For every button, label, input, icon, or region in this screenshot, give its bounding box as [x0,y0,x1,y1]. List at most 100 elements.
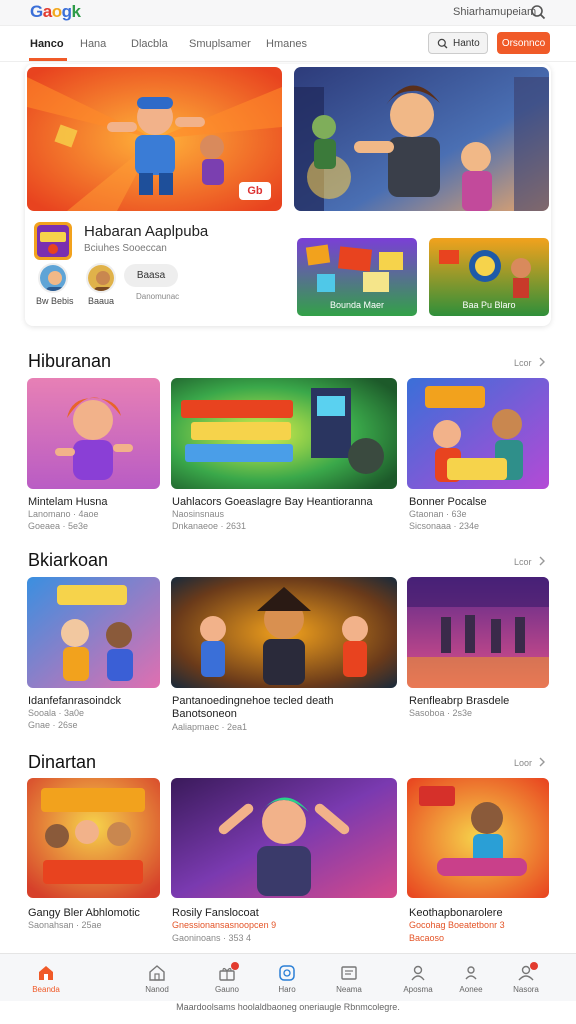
game-artwork [171,778,397,898]
game-subtitle: Banotsoneon [172,708,237,720]
game-title[interactable]: Keothapbonarolere [409,907,503,919]
bottom-nav-label: Nanod [145,985,169,994]
game-title[interactable]: Rosily Fanslocoat [172,907,259,919]
game-title[interactable]: Bonner Pocalse [409,496,487,508]
main-nav: Hanco Hana Dlacbla Smuplsamer Hmanes [0,26,576,62]
game-artwork [27,577,160,688]
bottom-nav-store[interactable]: Nanod [127,954,187,1002]
bottom-nav-inbox[interactable]: Neama [319,954,379,1002]
game-title[interactable]: Gangy Bler Abhlomotic [28,907,140,919]
bottom-nav-label: Aposma [403,985,433,994]
game-promo: Bacaoso [409,933,445,943]
footer-text: Maardoolsams hoolaldbaoneg oneriaugle Rb… [176,1002,400,1012]
game-thumbnail[interactable] [171,378,397,489]
game-artwork [27,778,160,898]
person-icon [411,965,425,981]
game-meta: Gnae · 26se [28,720,78,730]
bottom-nav: Beanda Nanod Gauno Haro Neama Aposma Aon… [0,953,576,1001]
bottom-nav-people[interactable]: Nasora [496,954,556,1002]
mini-banner[interactable]: Baa Pu Blaro [429,238,549,316]
game-thumbnail[interactable] [27,778,160,898]
search-button-label: Hanto [453,37,480,49]
section-more-link[interactable]: Lcor [514,358,532,368]
game-meta: Sicsonaaa · 234e [409,521,480,531]
game-thumbnail[interactable] [407,378,549,489]
game-title[interactable]: Uahlacors Goeaslagre Bay Heantioranna [172,496,373,508]
store-icon [149,965,165,981]
bottom-nav-person[interactable]: Aposma [388,954,448,1002]
game-thumbnail[interactable] [407,577,549,688]
bottom-nav-gift[interactable]: Gauno [197,954,257,1002]
bottom-nav-timer[interactable]: Haro [257,954,317,1002]
bottom-nav-user[interactable]: Aonee [441,954,501,1002]
game-thumbnail[interactable] [171,778,397,898]
bottom-nav-label: Nasora [513,985,539,994]
section-title: Hiburanan [28,351,112,371]
game-meta: Goeaea · 5e3e [28,521,89,531]
game-meta: Dnkanaeoe · 2631 [172,521,247,531]
game-meta: Naosinsnaus [172,509,225,519]
section-title: Dinartan [28,752,97,772]
search-icon[interactable] [530,4,546,20]
chevron-right-icon[interactable] [538,757,546,767]
search-button[interactable]: Hanto [428,32,488,54]
follow-pill[interactable]: Baasa [124,264,178,287]
account-name[interactable]: Shiarhamupeiam [453,6,536,18]
bottom-nav-label: Haro [278,985,296,994]
tab-games[interactable]: Hana [80,38,106,50]
game-title[interactable]: Pantanoedingnehoe tecled death [172,695,333,707]
game-title[interactable]: Renfleabrp Brasdele [409,695,509,707]
app-subtitle: Bciuhes Sooeccan [84,243,167,254]
tab-discover[interactable]: Dlacbla [131,38,168,50]
app-icon[interactable] [34,222,72,260]
tab-games-list[interactable]: Hmanes [266,38,307,50]
section-title: Bkiarkoan [28,550,109,570]
inbox-icon [341,966,357,980]
notification-dot [530,962,538,970]
section-more-link[interactable]: Loor [514,758,532,768]
home-icon [39,966,53,980]
game-promo: Gocohag Boeatetbonr 3 [409,920,505,930]
avatar-label: Bw Bebis [36,296,74,306]
bottom-nav-label: Aonee [459,985,483,994]
game-artwork [407,778,549,898]
game-artwork [27,378,160,489]
section-more-link[interactable]: Lcor [514,557,532,567]
app-title[interactable]: Habaran Aaplpuba [84,223,208,240]
game-meta: Gtaonan · 63e [409,509,467,519]
chevron-right-icon[interactable] [538,357,546,367]
game-thumbnail[interactable] [27,577,160,688]
game-meta: Saonahsan · 25ae [28,920,102,930]
mini-banner-label: Baa Pu Blaro [462,300,516,310]
game-thumbnail[interactable] [171,577,397,688]
game-artwork [407,577,549,688]
tab-supplements[interactable]: Smuplsamer [189,38,251,50]
hero-artwork-right [294,67,549,211]
search-icon [437,38,448,48]
game-title[interactable]: Idanfefanrasoindck [28,695,121,707]
game-artwork [171,577,397,688]
game-promo: Gnessionansasnoopcen 9 [172,920,277,930]
game-thumbnail[interactable] [27,378,160,489]
game-title[interactable]: Mintelam Husna [28,496,107,508]
top-bar: Gaogk Shiarhamupeiam [0,0,576,26]
avatar[interactable] [38,263,68,293]
bottom-nav-label: Neama [336,985,362,994]
mini-banner-label: Bounda Maer [329,300,385,310]
mini-banner[interactable]: Bounda Maer [297,238,417,316]
hero-badge[interactable]: Gb [239,182,271,200]
hero-banner-right[interactable] [294,67,549,211]
bottom-nav-label: Gauno [214,985,240,994]
signin-button[interactable]: Orsonnco [497,32,550,54]
game-thumbnail[interactable] [407,778,549,898]
app-logo[interactable]: Gaogk [30,2,81,22]
game-meta: Sasoboa · 2s3e [409,708,473,718]
avatar-label: Baaua [88,296,115,306]
avatar[interactable] [86,263,116,293]
bottom-nav-home[interactable]: Beanda [16,954,76,1002]
bottom-nav-label: Beanda [32,985,60,994]
hero-meta: Danomunac [136,292,180,301]
notification-dot [231,962,239,970]
tab-home[interactable]: Hanco [30,38,64,50]
chevron-right-icon[interactable] [538,556,546,566]
